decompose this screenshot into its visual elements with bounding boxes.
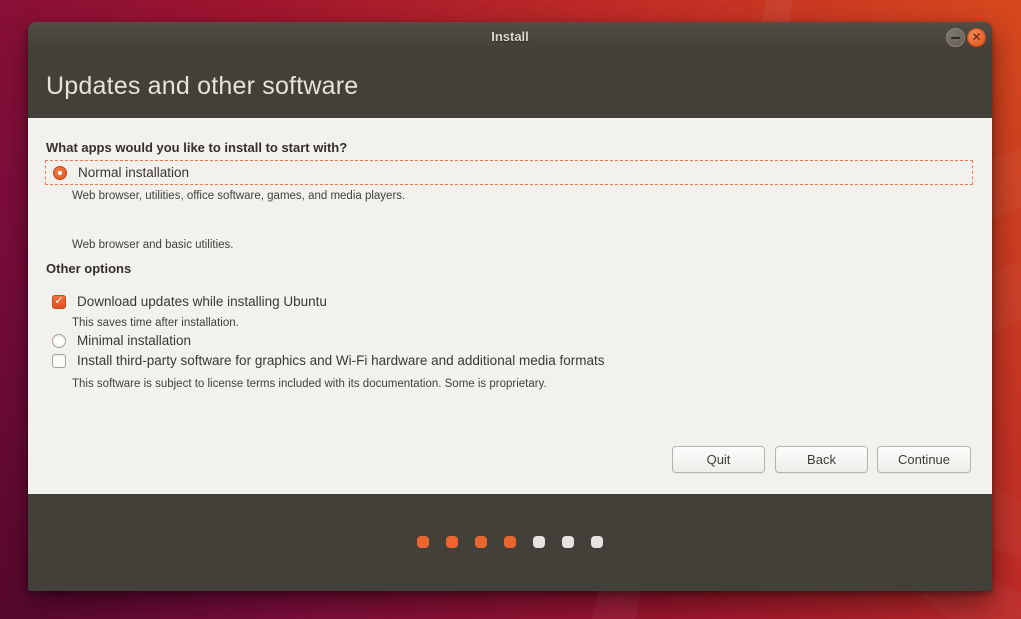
radio-option-normal-installation[interactable]: Normal installation — [45, 160, 973, 185]
other-options-heading: Other options — [46, 261, 131, 276]
progress-dot — [562, 536, 574, 548]
checkbox-label: Install third-party software for graphic… — [77, 353, 604, 368]
progress-dots — [28, 536, 992, 548]
footer — [28, 494, 992, 591]
checkbox-checked-icon[interactable]: ✓ — [52, 295, 66, 309]
titlebar[interactable]: Install ✕ — [28, 22, 992, 50]
close-button[interactable]: ✕ — [967, 28, 986, 47]
window-title: Install — [491, 29, 529, 44]
progress-dot — [504, 536, 516, 548]
continue-button[interactable]: Continue — [877, 446, 971, 473]
question-heading: What apps would you like to install to s… — [46, 140, 347, 155]
installer-window: Install ✕ Updates and other software Wha… — [28, 22, 992, 591]
progress-dot — [591, 536, 603, 548]
radio-selected-icon[interactable] — [53, 166, 67, 180]
minimize-button[interactable] — [946, 28, 965, 47]
checkbox-description: This saves time after installation. — [72, 317, 239, 329]
radio-description: Web browser and basic utilities. — [72, 239, 234, 251]
quit-button[interactable]: Quit — [672, 446, 765, 473]
radio-label: Normal installation — [78, 165, 189, 180]
window-controls: ✕ — [946, 28, 986, 47]
checkbox-unchecked-icon[interactable] — [52, 354, 66, 368]
progress-dot — [533, 536, 545, 548]
progress-dot — [417, 536, 429, 548]
page-title: Updates and other software — [46, 72, 358, 101]
progress-dot — [446, 536, 458, 548]
close-icon: ✕ — [971, 31, 981, 43]
radio-unselected-icon[interactable] — [52, 334, 66, 348]
back-button[interactable]: Back — [775, 446, 868, 473]
checkbox-third-party-software[interactable]: Install third-party software for graphic… — [52, 348, 604, 373]
header: Updates and other software — [28, 50, 992, 118]
checkbox-download-updates[interactable]: ✓ Download updates while installing Ubun… — [52, 289, 327, 314]
minimize-icon — [951, 37, 960, 39]
checkbox-description: This software is subject to license term… — [72, 378, 547, 390]
radio-label: Minimal installation — [77, 333, 191, 348]
checkbox-label: Download updates while installing Ubuntu — [77, 294, 327, 309]
check-icon: ✓ — [54, 296, 63, 307]
content-area: What apps would you like to install to s… — [28, 118, 992, 494]
radio-description: Web browser, utilities, office software,… — [72, 190, 405, 202]
progress-dot — [475, 536, 487, 548]
